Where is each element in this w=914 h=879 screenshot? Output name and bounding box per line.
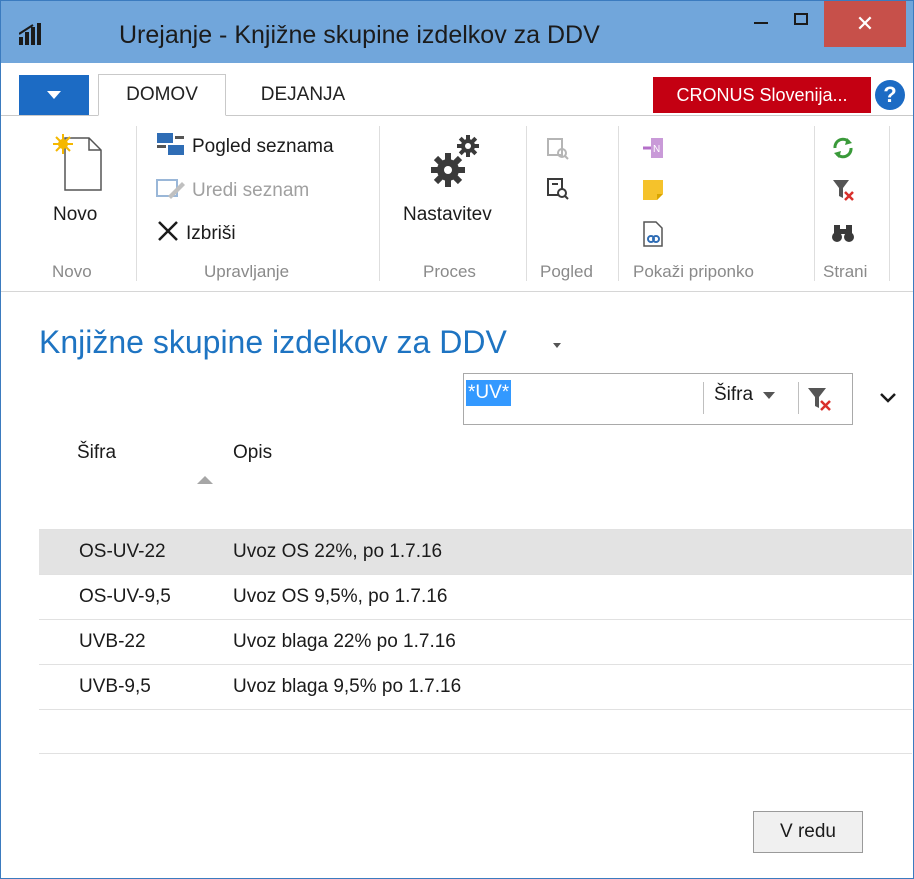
ribbon-separator (889, 126, 890, 281)
edit-list-label: Uredi seznam (192, 180, 310, 201)
filter-field-label: Šifra (714, 384, 754, 405)
row-description: Uvoz OS 22%, po 1.7.16 (233, 541, 443, 562)
help-icon[interactable]: ? (875, 80, 905, 110)
edit-window: Urejanje - Knjižne skupine izdelkov za D… (0, 0, 914, 879)
title-dropdown-icon[interactable] (553, 343, 561, 348)
group-label-proces: Proces (423, 262, 476, 281)
link-document-icon[interactable] (641, 221, 665, 252)
note-icon[interactable] (641, 178, 665, 207)
view-list-button[interactable]: Pogled seznama (156, 132, 334, 162)
new-icon (53, 134, 103, 197)
ribbon-separator (526, 126, 527, 281)
column-header-code[interactable]: Šifra (77, 442, 116, 464)
delete-button[interactable]: Izbriši (156, 219, 236, 249)
ribbon-separator (379, 126, 380, 281)
ribbon-tabs: DOMOV DEJANJA CRONUS Slovenija... ? (1, 63, 913, 116)
window-title: Urejanje - Knjižne skupine izdelkov za D… (119, 21, 600, 49)
minimize-icon (754, 12, 768, 31)
table-row[interactable]: UVB-9,5 Uvoz blaga 9,5% po 1.7.16 (39, 665, 912, 710)
clear-filter-button[interactable] (804, 384, 838, 414)
row-description: Uvoz blaga 9,5% po 1.7.16 (233, 676, 462, 697)
ribbon-separator (814, 126, 815, 281)
delete-icon (156, 219, 180, 249)
chevron-down-icon (47, 86, 61, 104)
row-code: UVB-9,5 (79, 676, 151, 697)
sort-ascending-icon (197, 476, 213, 484)
chevron-down-icon (763, 391, 776, 399)
table-row[interactable]: UVB-22 Uvoz blaga 22% po 1.7.16 (39, 620, 912, 665)
edit-list-button[interactable]: Uredi seznam (156, 176, 309, 206)
filter-divider (703, 382, 704, 414)
filter-text: *UV* (466, 380, 512, 406)
page-title: Knjižne skupine izdelkov za DDV (39, 324, 507, 360)
maximize-button[interactable] (781, 1, 821, 41)
row-code: OS-UV-22 (79, 541, 166, 562)
ribbon-separator (618, 126, 619, 281)
group-label-pogled: Pogled (540, 262, 593, 281)
view-list-icon (156, 132, 186, 162)
clear-filter-icon[interactable] (831, 178, 855, 207)
app-menu-button[interactable] (19, 75, 89, 115)
edit-list-icon (156, 176, 186, 206)
settings-gear-icon (426, 130, 486, 195)
table-row[interactable]: OS-UV-22 Uvoz OS 22%, po 1.7.16 (39, 530, 912, 575)
new-button[interactable]: Novo (53, 204, 97, 226)
group-label-upravljanje: Upravljanje (204, 262, 290, 281)
expand-chevron-icon[interactable] (877, 387, 899, 409)
close-button[interactable]: ✕ (824, 1, 906, 47)
close-icon: ✕ (855, 11, 875, 36)
row-code: UVB-22 (79, 631, 146, 652)
maximize-icon (794, 12, 808, 30)
row-description: Uvoz blaga 22% po 1.7.16 (233, 631, 456, 652)
tab-dejanja[interactable]: DEJANJA (233, 75, 373, 115)
filter-divider (798, 382, 799, 414)
onenote-icon[interactable]: N (641, 136, 665, 165)
refresh-icon[interactable] (831, 136, 855, 165)
group-label-novo: Novo (52, 262, 92, 281)
delete-label: Izbriši (186, 223, 236, 244)
minimize-button[interactable] (741, 1, 781, 41)
filter-bar: *UV* Šifra (463, 373, 853, 425)
svg-text:N: N (653, 144, 660, 155)
view-disabled-icon[interactable] (547, 138, 569, 165)
ok-button[interactable]: V redu (753, 811, 863, 853)
column-header-description[interactable]: Opis (233, 442, 272, 464)
tab-domov[interactable]: DOMOV (98, 74, 226, 116)
group-label-strani: Strani (823, 262, 868, 281)
filter-field-select[interactable]: Šifra (714, 384, 776, 406)
view-icon[interactable] (547, 178, 569, 205)
app-logo-icon (18, 23, 43, 45)
clear-filter-icon (804, 388, 834, 418)
group-label-pokazi-priponko: Pokaži priponko (633, 262, 754, 281)
title-bar[interactable]: Urejanje - Knjižne skupine izdelkov za D… (1, 1, 913, 63)
row-code: OS-UV-9,5 (79, 586, 171, 607)
ribbon: Novo Novo Pogled seznama Uredi seznam Iz… (1, 116, 913, 292)
setup-button[interactable]: Nastavitev (403, 204, 492, 226)
company-badge[interactable]: CRONUS Slovenija... (653, 77, 871, 113)
view-list-label: Pogled seznama (192, 136, 334, 157)
row-description: Uvoz OS 9,5%, po 1.7.16 (233, 586, 448, 607)
ribbon-separator (136, 126, 137, 281)
table-row[interactable]: OS-UV-9,5 Uvoz OS 9,5%, po 1.7.16 (39, 575, 912, 620)
empty-row-divider (39, 753, 912, 754)
find-binoculars-icon[interactable] (831, 221, 855, 250)
